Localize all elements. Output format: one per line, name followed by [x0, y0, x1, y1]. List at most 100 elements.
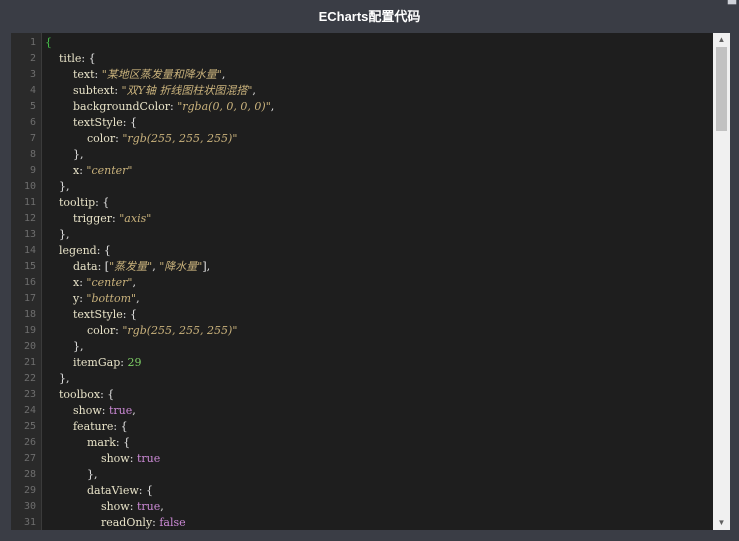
code-token: "center": [86, 164, 133, 177]
code-token: color: [86, 324, 116, 337]
line-number: 20: [23, 341, 36, 352]
code-token: tooltip: [59, 196, 96, 209]
code-token: text: [72, 68, 95, 81]
code-token: false: [159, 516, 186, 529]
code-token: : {: [113, 420, 128, 433]
close-icon[interactable]: ▀: [725, 0, 739, 10]
line-number: 9: [29, 165, 36, 176]
code-line: },: [45, 147, 84, 163]
code-line: textStyle: {: [45, 307, 137, 323]
code-token: textStyle: [72, 116, 123, 129]
line-number: 24: [23, 405, 36, 416]
code-token: true: [136, 452, 161, 465]
line-number: 31: [23, 517, 36, 528]
code-token: itemGap: [72, 356, 121, 369]
code-line: show: true,: [45, 499, 164, 515]
code-line: },: [45, 227, 70, 243]
line-number: 29: [23, 485, 36, 496]
dialog-title-bar: ECharts配置代码: [0, 0, 739, 33]
code-line: x: "center",: [45, 275, 136, 291]
code-token: 29: [127, 356, 142, 369]
line-number: 2: [29, 53, 36, 64]
line-number: 17: [23, 293, 36, 304]
scrollbar-thumb[interactable]: [716, 47, 727, 131]
code-editor[interactable]: 1 2 3 4 5 6 7 8 9 10 11 12 13 14 15 16 17 18 19 20 21 22 23 24 2…: [11, 33, 730, 530]
code-line: y: "bottom",: [45, 291, 140, 307]
line-number: 15: [23, 261, 36, 272]
code-token: :: [129, 452, 137, 465]
code-token: "降水量": [159, 260, 203, 273]
code-line: color: "rgb(255, 255, 255)": [45, 131, 237, 147]
code-token: ,: [221, 68, 226, 81]
code-line: },: [45, 467, 98, 483]
code-token: trigger: [72, 212, 113, 225]
line-number: 12: [23, 213, 36, 224]
line-number: 8: [29, 149, 36, 160]
code-token: "rgb(255, 255, 255)": [122, 324, 238, 337]
code-token: subtext: [72, 84, 115, 97]
code-token: "rgba(0, 0, 0, 0)": [177, 100, 271, 113]
code-line: backgroundColor: "rgba(0, 0, 0, 0)",: [45, 99, 274, 115]
code-line: },: [45, 371, 70, 387]
line-number: 11: [23, 197, 36, 208]
line-number: 3: [29, 69, 36, 80]
code-line: feature: {: [45, 419, 128, 435]
code-line: show: true: [45, 451, 160, 467]
code-line: {: [45, 35, 52, 51]
line-number: 22: [23, 373, 36, 384]
code-line: tooltip: {: [45, 195, 109, 211]
code-token: legend: [59, 244, 97, 257]
line-number: 13: [23, 229, 36, 240]
scroll-down-arrow-icon[interactable]: ▼: [713, 516, 730, 530]
code-area[interactable]: { title: { text: "某地区蒸发量和降水量", subtext: …: [45, 33, 712, 530]
line-number: 10: [23, 181, 36, 192]
line-number: 16: [23, 277, 36, 288]
code-token: : {: [95, 196, 110, 209]
scroll-up-arrow-icon[interactable]: ▲: [713, 33, 730, 47]
line-number: 7: [29, 133, 36, 144]
code-line: },: [45, 179, 70, 195]
code-line: },: [45, 339, 84, 355]
code-token: ,: [160, 500, 164, 513]
code-token: : {: [81, 52, 96, 65]
code-token: backgroundColor: [72, 100, 170, 113]
code-line: data: ["蒸发量", "降水量"],: [45, 259, 210, 275]
code-token: "rgb(255, 255, 255)": [122, 132, 238, 145]
code-token: textStyle: [72, 308, 123, 321]
vertical-scrollbar[interactable]: ▲ ▼: [713, 33, 730, 530]
code-token: : {: [122, 116, 137, 129]
code-token: ,: [132, 276, 136, 289]
line-number-gutter: 1 2 3 4 5 6 7 8 9 10 11 12 13 14 15 16 17 18 19 20 21 22 23 24 2…: [11, 33, 42, 530]
code-line: x: "center": [45, 163, 132, 179]
dialog-title: ECharts配置代码: [318, 9, 421, 24]
code-token: :: [114, 84, 122, 97]
code-token: ],: [202, 260, 211, 273]
code-token: },: [45, 148, 84, 161]
line-number: 21: [23, 357, 36, 368]
code-token: "center": [86, 276, 133, 289]
code-line: dataView: {: [45, 483, 153, 499]
code-token: },: [45, 468, 98, 481]
code-token: title: [59, 52, 82, 65]
code-token: : {: [96, 244, 111, 257]
code-token: "axis": [119, 212, 152, 225]
code-token: :: [94, 68, 102, 81]
code-token: ,: [136, 292, 140, 305]
line-number: 4: [29, 85, 36, 96]
code-token: : {: [100, 388, 115, 401]
code-token: show: [100, 452, 130, 465]
code-line: mark: {: [45, 435, 130, 451]
